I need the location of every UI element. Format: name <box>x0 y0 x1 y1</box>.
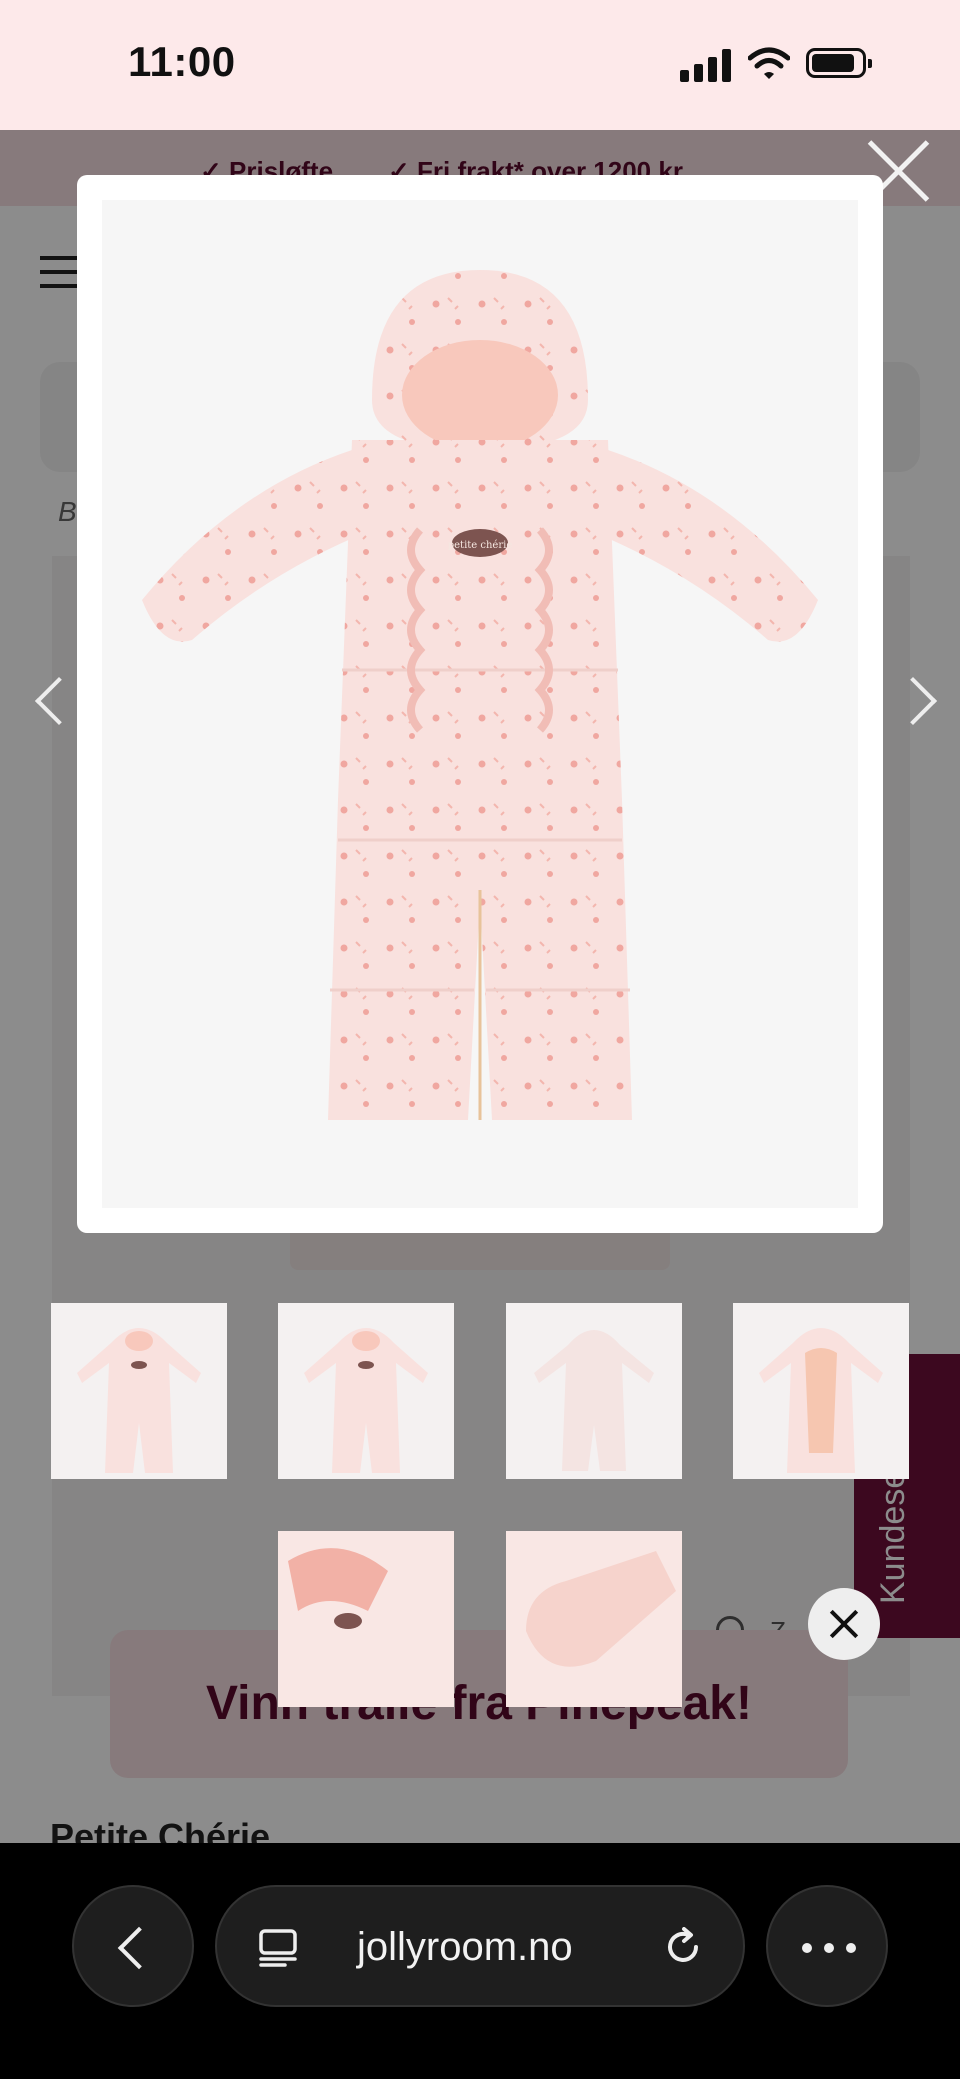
tabs-icon[interactable] <box>259 1927 297 1967</box>
product-main-image: petite chérie <box>102 200 858 1208</box>
thumbnail-front[interactable] <box>51 1303 227 1479</box>
thumbnail-open[interactable] <box>733 1303 909 1479</box>
browser-back-button[interactable] <box>72 1885 194 2007</box>
cellular-signal-icon <box>680 48 732 82</box>
reload-icon[interactable] <box>663 1927 703 1967</box>
url-bar[interactable]: jollyroom.no <box>215 1885 745 2007</box>
thumbnail-mitten-detail[interactable] <box>506 1531 682 1707</box>
more-icon[interactable] <box>766 1885 888 2007</box>
close-popup-icon[interactable] <box>808 1588 880 1660</box>
url-text[interactable]: jollyroom.no <box>357 1925 573 1970</box>
status-bar: 11:00 <box>0 0 960 130</box>
browser-toolbar: jollyroom.no <box>0 1843 960 2079</box>
lightbox-frame: petite chérie <box>77 175 883 1233</box>
thumbnail-front-alt[interactable] <box>278 1303 454 1479</box>
patch-label: petite chérie <box>448 540 513 551</box>
chevron-left-icon[interactable] <box>26 674 84 726</box>
thumbnail-back[interactable] <box>506 1303 682 1479</box>
chevron-right-icon[interactable] <box>888 674 948 726</box>
chevron-left-icon <box>117 1926 161 1970</box>
battery-icon <box>806 48 872 78</box>
snowsuit-illustration: petite chérie <box>142 270 818 1120</box>
thumbnail-hood-detail[interactable] <box>278 1531 454 1707</box>
wifi-icon <box>748 47 790 79</box>
status-time: 11:00 <box>128 38 236 85</box>
